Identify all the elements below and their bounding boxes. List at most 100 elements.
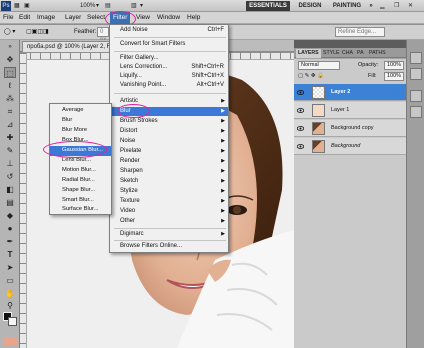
layer-name[interactable]: Layer 2 <box>331 88 350 97</box>
layer-row[interactable]: Layer 1 <box>294 102 406 119</box>
menu-item-sketch[interactable]: Sketch ▶ <box>110 177 228 186</box>
view-extras-icon[interactable]: ▤ <box>105 2 111 10</box>
submenu-item-average[interactable]: Average <box>50 106 111 116</box>
layer-name[interactable]: Background copy <box>331 124 374 133</box>
menu-item-lens-correction[interactable]: Lens Correction... Shift+Ctrl+R <box>110 63 228 72</box>
refine-edge-button[interactable]: Refine Edge... <box>335 27 385 37</box>
submenu-item-motion-blur[interactable]: Motion Blur... <box>50 166 111 176</box>
vertical-ruler[interactable] <box>20 53 27 348</box>
menu-item-vanishing-point[interactable]: Vanishing Point... Alt+Ctrl+V <box>110 81 228 90</box>
restore-icon[interactable]: ❐ <box>394 2 399 10</box>
launch-minibridge-icon[interactable]: ▣ <box>24 2 30 10</box>
zoom-level[interactable]: 100% <box>80 2 95 10</box>
menu-item-distort[interactable]: Distort ▶ <box>110 127 228 136</box>
magic-wand-tool-icon[interactable]: ⁂ <box>4 93 16 104</box>
dodge-tool-icon[interactable]: ● <box>4 223 16 234</box>
color-panel-icon[interactable] <box>410 52 422 64</box>
menu-edit[interactable]: Edit <box>19 12 30 24</box>
tab-style[interactable]: STYLE <box>321 49 341 58</box>
quick-mask-icon[interactable] <box>3 337 17 345</box>
opacity-input[interactable]: 100% <box>384 61 404 70</box>
blend-mode-select[interactable]: Normal <box>298 61 340 70</box>
workspace-essentials[interactable]: ESSENTIALS <box>246 1 290 11</box>
menu-view[interactable]: View <box>136 12 150 24</box>
menu-item-convert-smart-filters[interactable]: Convert for Smart Filters <box>110 40 228 49</box>
path-selection-tool-icon[interactable]: ➤ <box>4 262 16 273</box>
layer-row[interactable]: Background copy <box>294 120 406 137</box>
menu-image[interactable]: Image <box>37 12 55 24</box>
layer-name[interactable]: Background <box>331 142 360 151</box>
menu-item-other[interactable]: Other ▶ <box>110 217 228 226</box>
launch-bridge-icon[interactable]: ▦ <box>14 2 20 10</box>
eye-icon[interactable] <box>296 143 305 150</box>
tab-channels[interactable]: CHA <box>340 49 355 58</box>
minimize-icon[interactable]: ▁ <box>380 2 385 10</box>
feather-input[interactable]: 0 px <box>97 27 109 43</box>
tab-paragraph[interactable]: PA <box>355 49 366 58</box>
masks-panel-icon[interactable] <box>410 106 422 118</box>
submenu-item-blur[interactable]: Blur <box>50 116 111 126</box>
panel-dock-header[interactable] <box>294 40 406 48</box>
close-icon[interactable]: ✕ <box>408 2 413 10</box>
menu-item-add-noise[interactable]: Add Noise Ctrl+F <box>110 26 228 35</box>
menu-item-brush-strokes[interactable]: Brush Strokes ▶ <box>110 117 228 126</box>
eye-icon[interactable] <box>296 89 305 96</box>
submenu-item-radial-blur[interactable]: Radial Blur... <box>50 176 111 186</box>
chevron-down-icon[interactable]: ▾ <box>140 2 143 10</box>
tab-paths[interactable]: PATHS <box>367 49 388 58</box>
fill-input[interactable]: 100% <box>384 72 404 81</box>
menu-item-browse-filters-online[interactable]: Browse Filters Online... <box>110 242 228 251</box>
clone-stamp-tool-icon[interactable]: ⊥ <box>4 158 16 169</box>
blur-tool-icon[interactable]: ◆ <box>4 210 16 221</box>
lasso-tool-icon[interactable]: ℓ <box>4 80 16 91</box>
background-color-swatch[interactable] <box>8 317 17 326</box>
menu-item-render[interactable]: Render ▶ <box>110 157 228 166</box>
submenu-item-shape-blur[interactable]: Shape Blur... <box>50 186 111 196</box>
menu-item-noise[interactable]: Noise ▶ <box>110 137 228 146</box>
move-tool-icon[interactable]: ✥ <box>4 54 16 65</box>
workspace-design[interactable]: DESIGN <box>295 1 325 11</box>
menu-file[interactable]: File <box>3 12 13 24</box>
crop-tool-icon[interactable]: ⌗ <box>4 106 16 117</box>
lock-icons[interactable]: ▢ ✎ ✥ 🔒 <box>298 72 324 81</box>
menu-item-stylize[interactable]: Stylize ▶ <box>110 187 228 196</box>
layer-row[interactable]: Background <box>294 138 406 155</box>
menu-item-video[interactable]: Video ▶ <box>110 207 228 216</box>
pen-tool-icon[interactable]: ✒ <box>4 236 16 247</box>
layer-row[interactable]: Layer 2 <box>294 84 406 101</box>
marquee-tool-icon[interactable]: ⬚ <box>4 67 16 78</box>
menu-help[interactable]: Help <box>187 12 200 24</box>
eyedropper-tool-icon[interactable]: ⊿ <box>4 119 16 130</box>
history-brush-tool-icon[interactable]: ↺ <box>4 171 16 182</box>
selection-mode-icons[interactable]: ▢▣◫◨ <box>26 28 49 37</box>
hand-tool-icon[interactable]: ✋ <box>4 288 16 299</box>
menu-item-pixelate[interactable]: Pixelate ▶ <box>110 147 228 156</box>
adjustments-panel-icon[interactable] <box>410 90 422 102</box>
submenu-item-blur-more[interactable]: Blur More <box>50 126 111 136</box>
menu-item-digimarc[interactable]: Digimarc ▶ <box>110 230 228 239</box>
eye-icon[interactable] <box>296 107 305 114</box>
type-tool-icon[interactable]: T <box>4 249 16 260</box>
menu-item-sharpen[interactable]: Sharpen ▶ <box>110 167 228 176</box>
healing-brush-tool-icon[interactable]: ✚ <box>4 132 16 143</box>
zoom-tool-icon[interactable]: ⚲ <box>4 300 16 311</box>
swatches-panel-icon[interactable] <box>410 68 422 80</box>
workspace-painting[interactable]: PAINTING <box>331 1 363 11</box>
gradient-tool-icon[interactable]: ▤ <box>4 197 16 208</box>
shape-tool-icon[interactable]: ▭ <box>4 275 16 286</box>
chevron-down-icon[interactable]: ▾ <box>96 2 99 10</box>
menu-item-liquify[interactable]: Liquify... Shift+Ctrl+X <box>110 72 228 81</box>
submenu-item-surface-blur[interactable]: Surface Blur... <box>50 205 111 215</box>
eraser-tool-icon[interactable]: ◧ <box>4 184 16 195</box>
menu-select[interactable]: Select <box>87 12 107 24</box>
arrange-documents-icon[interactable]: ▥ <box>131 2 137 10</box>
tab-layers[interactable]: LAYERS <box>296 49 321 58</box>
layer-name[interactable]: Layer 1 <box>331 106 349 115</box>
brush-tool-icon[interactable]: ✎ <box>4 145 16 156</box>
workspace-more[interactable]: » <box>367 1 375 11</box>
eye-icon[interactable] <box>296 125 305 132</box>
marquee-preset-icon[interactable]: ◯ ▾ <box>4 28 15 37</box>
menu-item-texture[interactable]: Texture ▶ <box>110 197 228 206</box>
menu-item-filter-gallery[interactable]: Filter Gallery... <box>110 54 228 63</box>
menu-layer[interactable]: Layer <box>65 12 81 24</box>
